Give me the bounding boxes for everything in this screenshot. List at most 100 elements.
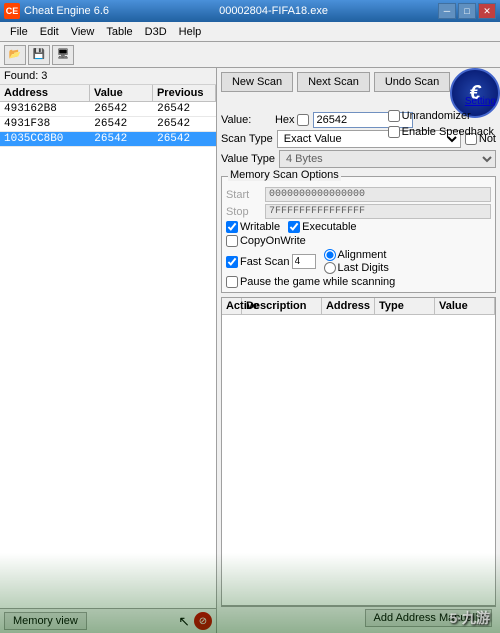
col-previous: Previous xyxy=(153,85,216,101)
col-value-h: Value xyxy=(435,298,495,314)
fast-scan-row: Fast Scan Alignment Last Digits xyxy=(226,249,491,274)
left-bottom-bar: Memory view ↖ ⊘ xyxy=(0,608,216,633)
table-row[interactable]: 4931F38 26542 26542 xyxy=(0,117,216,132)
cell-previous: 26542 xyxy=(153,117,216,131)
new-scan-button[interactable]: New Scan xyxy=(221,72,293,92)
menu-edit[interactable]: Edit xyxy=(34,24,65,40)
last-digits-radio[interactable] xyxy=(324,262,336,274)
cell-value: 26542 xyxy=(90,117,153,131)
pause-game-group: Pause the game while scanning xyxy=(226,276,491,288)
cell-address: 1035CC8B0 xyxy=(0,132,90,146)
executable-checkbox[interactable] xyxy=(288,221,300,233)
menu-view[interactable]: View xyxy=(65,24,101,40)
stop-input xyxy=(265,204,491,219)
app-icon: CE xyxy=(4,3,20,19)
fast-scan-checkbox[interactable] xyxy=(226,256,238,268)
writable-checkbox[interactable] xyxy=(226,221,238,233)
writable-label: Writable xyxy=(240,221,280,233)
col-description: Description xyxy=(242,298,322,314)
scan-table-body[interactable]: 493162B8 26542 26542 4931F38 26542 26542… xyxy=(0,102,216,608)
settings-link[interactable]: Setting xyxy=(465,96,496,107)
menu-help[interactable]: Help xyxy=(173,24,208,40)
toolbar-btn-3[interactable]: 🖥 xyxy=(52,45,74,65)
hex-checkbox-group: Hex xyxy=(275,114,309,126)
pause-game-checkbox[interactable] xyxy=(226,276,238,288)
cell-previous: 26542 xyxy=(153,132,216,146)
fast-scan-group: Fast Scan xyxy=(226,249,316,274)
unrandomizer-group: Unrandomizer xyxy=(388,110,494,122)
table-row[interactable]: 493162B8 26542 26542 xyxy=(0,102,216,117)
menu-file[interactable]: File xyxy=(4,24,34,40)
start-row: Start xyxy=(226,187,491,202)
executable-group: Executable xyxy=(288,221,356,233)
memory-scan-title: Memory Scan Options xyxy=(228,169,341,181)
value-type-row: Value Type 4 Bytes xyxy=(221,150,496,168)
col-active: Active xyxy=(222,298,242,314)
value-label: Value: xyxy=(221,114,271,126)
extra-options: Unrandomizer Enable Speedhack xyxy=(388,110,494,138)
menu-d3d[interactable]: D3D xyxy=(139,24,173,40)
cell-value: 26542 xyxy=(90,132,153,146)
left-panel: Found: 3 Address Value Previous 493162B8… xyxy=(0,68,217,633)
start-label: Start xyxy=(226,189,261,201)
scan-buttons-row: New Scan Next Scan Undo Scan € xyxy=(221,72,496,92)
alignment-label: Alignment xyxy=(338,249,387,261)
right-panel: New Scan Next Scan Undo Scan € Setting V… xyxy=(217,68,500,633)
close-button[interactable]: ✕ xyxy=(478,3,496,19)
cell-previous: 26542 xyxy=(153,102,216,116)
last-digits-group: Last Digits xyxy=(324,262,389,274)
unrandomizer-label: Unrandomizer xyxy=(402,110,471,122)
cell-address: 493162B8 xyxy=(0,102,90,116)
pointer-icon: ↖ xyxy=(178,613,190,630)
menu-bar: File Edit View Table D3D Help xyxy=(0,22,500,42)
toolbar: 📂 💾 🖥 xyxy=(0,42,500,68)
copyonwrite-group: CopyOnWrite xyxy=(226,235,306,247)
pause-game-label: Pause the game while scanning xyxy=(240,276,395,288)
copyonwrite-label: CopyOnWrite xyxy=(240,235,306,247)
col-address: Address xyxy=(0,85,90,101)
next-scan-button[interactable]: Next Scan xyxy=(297,72,370,92)
table-row[interactable]: 1035CC8B0 26542 26542 xyxy=(0,132,216,147)
scan-type-label: Scan Type xyxy=(221,133,273,145)
fast-scan-label: Fast Scan xyxy=(240,256,290,268)
memory-scan-options: Memory Scan Options Start Stop Writable xyxy=(221,176,496,293)
col-value: Value xyxy=(90,85,153,101)
alignment-radio[interactable] xyxy=(324,249,336,261)
hex-label: Hex xyxy=(275,114,295,126)
speedhack-group: Enable Speedhack xyxy=(388,126,494,138)
speedhack-checkbox[interactable] xyxy=(388,126,400,138)
writable-executable-row: Writable Executable xyxy=(226,221,491,233)
address-table-body xyxy=(222,315,495,605)
found-count: Found: 3 xyxy=(0,68,216,85)
col-type-h: Type xyxy=(375,298,435,314)
cell-value: 26542 xyxy=(90,102,153,116)
executable-label: Executable xyxy=(302,221,356,233)
main-layout: Found: 3 Address Value Previous 493162B8… xyxy=(0,68,500,633)
address-table-header: Active Description Address Type Value xyxy=(222,298,495,315)
fast-scan-input[interactable] xyxy=(292,254,316,269)
value-type-select[interactable]: 4 Bytes xyxy=(279,150,496,168)
window-controls: ─ □ ✕ xyxy=(438,3,496,19)
unrandomizer-checkbox[interactable] xyxy=(388,110,400,122)
minimize-button[interactable]: ─ xyxy=(438,3,456,19)
cell-address: 4931F38 xyxy=(0,117,90,131)
watermark: 5·九游 xyxy=(450,608,490,628)
hex-checkbox[interactable] xyxy=(297,114,309,126)
undo-scan-button[interactable]: Undo Scan xyxy=(374,72,450,92)
stop-icon[interactable]: ⊘ xyxy=(194,612,212,630)
toolbar-btn-1[interactable]: 📂 xyxy=(4,45,26,65)
toolbar-btn-2[interactable]: 💾 xyxy=(28,45,50,65)
copyonwrite-checkbox[interactable] xyxy=(226,235,238,247)
app-name: Cheat Engine 6.6 xyxy=(24,5,109,17)
col-address-h: Address xyxy=(322,298,375,314)
maximize-button[interactable]: □ xyxy=(458,3,476,19)
stop-label: Stop xyxy=(226,206,261,218)
title-bar: CE Cheat Engine 6.6 00002804-FIFA18.exe … xyxy=(0,0,500,22)
speedhack-label: Enable Speedhack xyxy=(402,126,494,138)
value-type-label: Value Type xyxy=(221,153,275,165)
menu-table[interactable]: Table xyxy=(100,24,138,40)
window-title: 00002804-FIFA18.exe xyxy=(109,5,438,17)
last-digits-label: Last Digits xyxy=(338,262,389,274)
memory-view-button[interactable]: Memory view xyxy=(4,612,87,630)
writable-group: Writable xyxy=(226,221,280,233)
